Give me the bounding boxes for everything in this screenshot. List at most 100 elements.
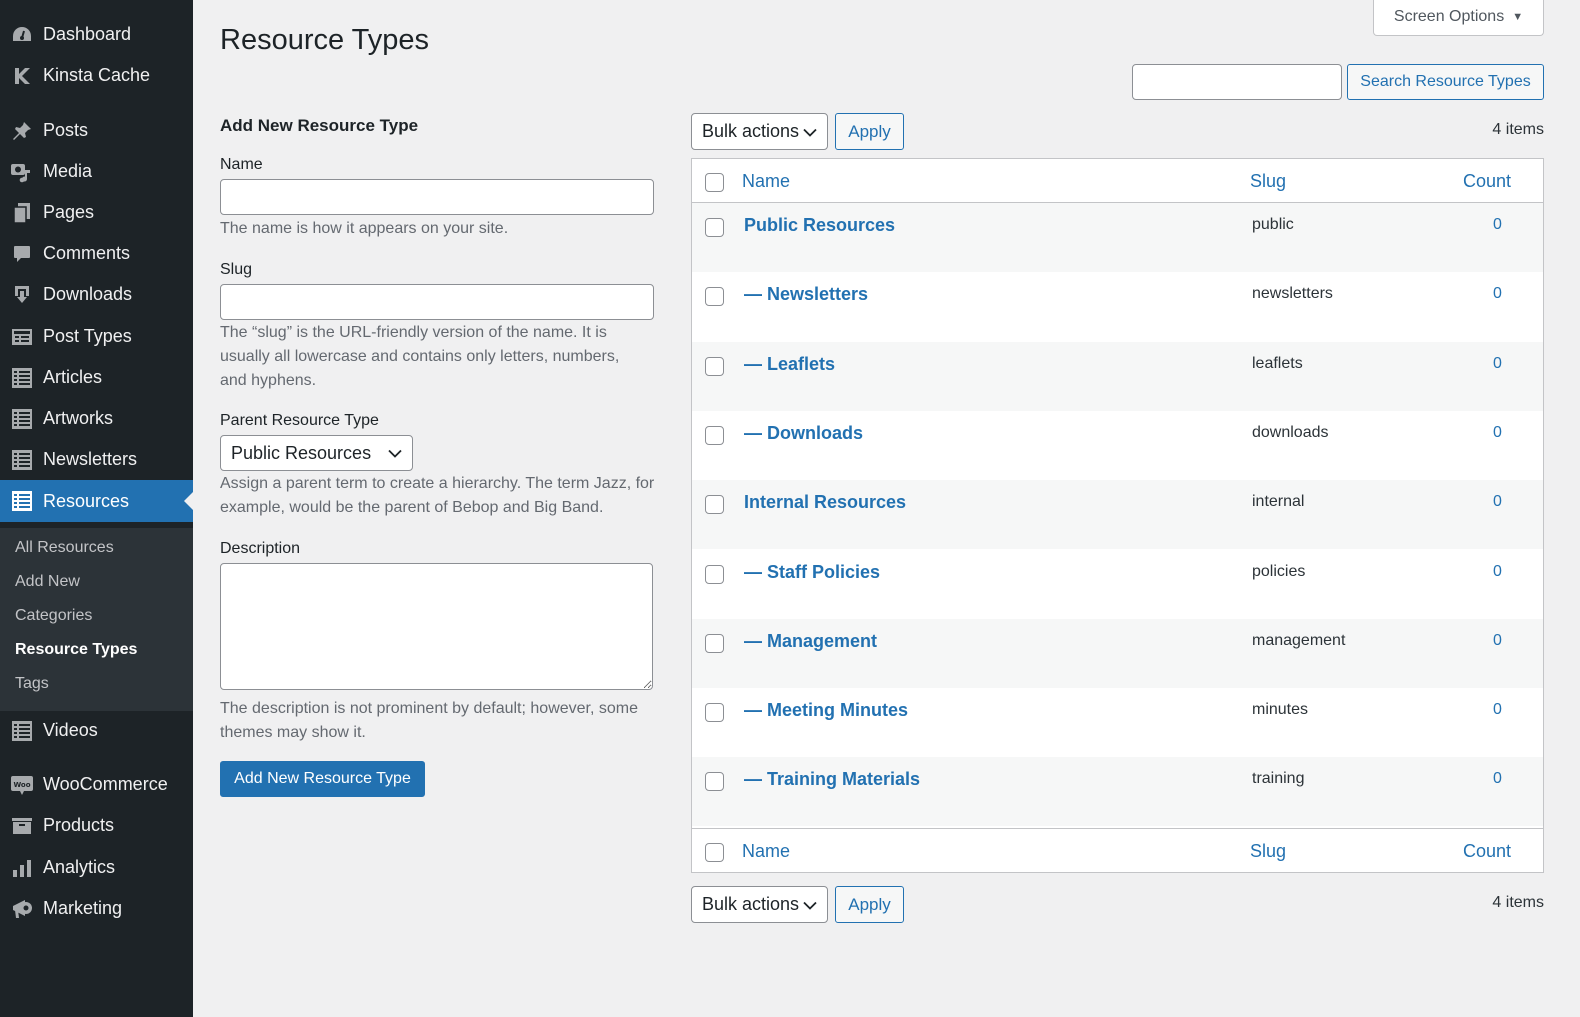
resource-types-table: Name Slug Count Public Resources public 0—… [691,158,1544,873]
term-slug: newsletters [1252,285,1333,303]
sidebar-item-artworks[interactable]: Artworks [0,398,193,439]
select-all-checkbox[interactable] [705,173,724,192]
row-checkbox[interactable] [705,564,724,584]
row-checkbox[interactable] [705,633,724,653]
sidebar-item-post-types[interactable]: Post Types [0,316,193,357]
term-count-link[interactable]: 0 [1493,770,1502,788]
table-row: — Management management 0 [692,618,1543,688]
description-help-text: The description is not prominent by defa… [220,700,638,741]
term-slug: downloads [1252,423,1329,441]
pin-icon [10,119,34,143]
row-checkbox[interactable] [705,425,724,445]
term-count-link[interactable]: 0 [1493,701,1502,719]
search-resource-types-button[interactable]: Search Resource Types [1347,64,1544,100]
submenu-tags[interactable]: Tags [15,675,49,693]
sidebar-item-kinsta-cache[interactable]: Kinsta Cache [0,55,193,96]
sidebar-item-label: Marketing [43,898,123,918]
column-header-name[interactable]: Name [742,171,790,192]
term-count-link[interactable]: 0 [1493,216,1502,234]
sidebar-item-downloads[interactable]: Downloads [0,274,193,315]
woo-icon: Woo [10,773,34,797]
row-checkbox[interactable] [705,495,724,515]
column-footer-slug[interactable]: Slug [1250,841,1286,862]
submenu-add-new[interactable]: Add New [15,573,80,591]
name-input[interactable] [220,179,654,215]
caret-down-icon: ▼ [1512,11,1524,23]
comment-icon [10,242,34,266]
list-icon [10,489,34,513]
sidebar-item-label: Products [43,815,115,835]
submenu-all-resources[interactable]: All Resources [15,539,114,557]
sidebar-item-woocommerce[interactable]: Woo WooCommerce [0,764,193,805]
term-name-link[interactable]: Public Resources [744,215,895,236]
description-textarea[interactable] [220,563,653,690]
sidebar-item-resources[interactable]: Resources [0,480,193,522]
bulk-actions-select-bottom[interactable]: Bulk actions [691,886,828,923]
search-input[interactable] [1132,64,1342,100]
term-name-link[interactable]: — Downloads [744,423,863,444]
sidebar-item-comments[interactable]: Comments [0,233,193,274]
table-row: — Leaflets leaflets 0 [692,341,1543,411]
column-footer-name[interactable]: Name [742,841,790,862]
term-count-link[interactable]: 0 [1493,632,1502,650]
table-row: — Meeting Minutes minutes 0 [692,688,1543,757]
list-icon [10,366,34,390]
sidebar-item-label: Newsletters [43,449,138,469]
apply-button-bottom[interactable]: Apply [835,886,904,923]
row-checkbox[interactable] [705,287,724,307]
screen-options-button[interactable]: Screen Options ▼ [1373,0,1544,36]
sidebar-item-pages[interactable]: Pages [0,192,193,233]
sidebar-item-newsletters[interactable]: Newsletters [0,439,193,480]
term-count-link[interactable]: 0 [1493,285,1502,303]
term-name-link[interactable]: — Training Materials [744,769,920,790]
sidebar-item-label: Videos [43,720,98,740]
row-checkbox[interactable] [705,356,724,376]
sidebar-item-articles[interactable]: Articles [0,357,193,398]
term-count-link[interactable]: 0 [1493,355,1502,373]
slug-input[interactable] [220,284,654,320]
select-all-checkbox-bottom[interactable] [705,843,724,862]
term-name-link[interactable]: — Management [744,631,877,652]
submenu-resource-types[interactable]: Resource Types [15,641,137,659]
submenu-categories[interactable]: Categories [15,607,92,625]
bulk-actions-select-top[interactable]: Bulk actions [691,113,828,150]
term-name-link[interactable]: — Meeting Minutes [744,700,908,721]
column-header-slug[interactable]: Slug [1250,171,1286,192]
row-checkbox[interactable] [705,703,724,723]
list-icon [10,448,34,472]
sidebar-item-analytics[interactable]: Analytics [0,847,193,888]
kinsta-icon [10,64,34,88]
row-checkbox[interactable] [705,218,724,237]
sidebar-item-dashboard[interactable]: Dashboard [0,14,193,55]
apply-button-top[interactable]: Apply [835,113,904,150]
sidebar-item-marketing[interactable]: Marketing [0,888,193,929]
sidebar-item-products[interactable]: Products [0,805,193,846]
sidebar-item-videos[interactable]: Videos [0,710,193,751]
parent-select[interactable]: Public Resources [220,435,413,471]
sidebar-item-media[interactable]: Media [0,151,193,192]
sidebar-item-label: Pages [43,202,95,222]
sidebar-item-label: Comments [43,243,131,263]
term-count-link[interactable]: 0 [1493,493,1502,511]
parent-help-text: Assign a parent term to create a hierarc… [220,475,655,516]
pages-icon [10,201,34,225]
dashboard-icon [10,23,34,47]
sidebar-item-label: Artworks [43,408,114,428]
add-new-resource-type-button[interactable]: Add New Resource Type [220,761,425,797]
term-count-link[interactable]: 0 [1493,563,1502,581]
term-slug: training [1252,770,1305,788]
term-name-link[interactable]: — Newsletters [744,284,868,305]
description-label: Description [220,540,301,557]
sidebar-item-posts[interactable]: Posts [0,110,193,151]
column-footer-count[interactable]: Count [1463,841,1511,862]
term-slug: minutes [1252,701,1309,719]
term-slug: leaflets [1252,354,1303,372]
table-row: — Newsletters newsletters 0 [692,272,1543,341]
column-header-count[interactable]: Count [1463,171,1511,192]
page-title: Resource Types [220,24,430,56]
term-count-link[interactable]: 0 [1493,424,1502,442]
term-name-link[interactable]: — Leaflets [744,354,835,375]
term-name-link[interactable]: — Staff Policies [744,562,880,583]
row-checkbox[interactable] [705,772,724,792]
term-name-link[interactable]: Internal Resources [744,492,906,513]
